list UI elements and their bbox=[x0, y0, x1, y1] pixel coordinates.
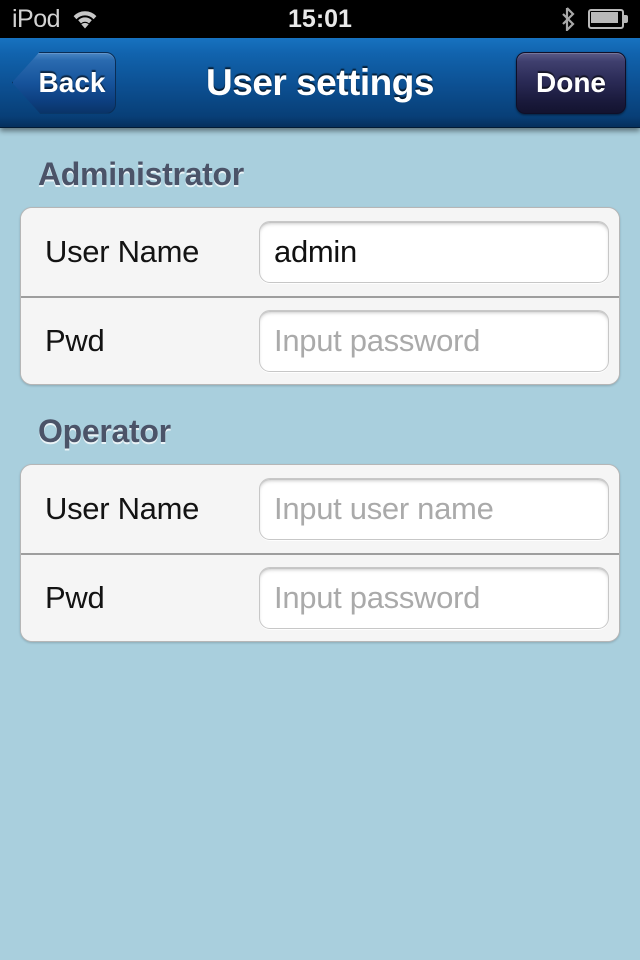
back-button-label: Back bbox=[38, 66, 106, 98]
settings-group-operator: User Name Input user name Pwd Input pass… bbox=[20, 464, 620, 642]
navigation-bar: Back User settings Done bbox=[0, 38, 640, 128]
section-header-operator: Operator bbox=[38, 413, 171, 449]
row-label-username: User Name bbox=[45, 491, 200, 526]
admin-username-input[interactable]: admin bbox=[259, 221, 609, 283]
row-label-pwd: Pwd bbox=[45, 323, 105, 358]
operator-password-input[interactable]: Input password bbox=[259, 567, 609, 629]
row-label-username: User Name bbox=[45, 234, 200, 269]
row-label-pwd: Pwd bbox=[45, 580, 105, 615]
settings-group-administrator: User Name admin Pwd Input password bbox=[20, 207, 620, 385]
status-bar: iPod 15:01 bbox=[0, 0, 640, 38]
table-row[interactable]: User Name Input user name bbox=[21, 465, 619, 553]
done-button[interactable]: Done bbox=[516, 51, 626, 114]
settings-content: Administrator User Name admin Pwd Input … bbox=[0, 128, 640, 960]
clock-label: 15:01 bbox=[288, 4, 352, 33]
done-button-label: Done bbox=[536, 66, 606, 98]
table-row[interactable]: Pwd Input password bbox=[21, 296, 619, 384]
admin-password-input[interactable]: Input password bbox=[259, 310, 609, 372]
operator-username-input[interactable]: Input user name bbox=[259, 478, 609, 540]
table-row[interactable]: Pwd Input password bbox=[21, 553, 619, 641]
table-row[interactable]: User Name admin bbox=[21, 208, 619, 296]
section-header-administrator: Administrator bbox=[38, 156, 244, 192]
battery-icon bbox=[588, 9, 628, 29]
